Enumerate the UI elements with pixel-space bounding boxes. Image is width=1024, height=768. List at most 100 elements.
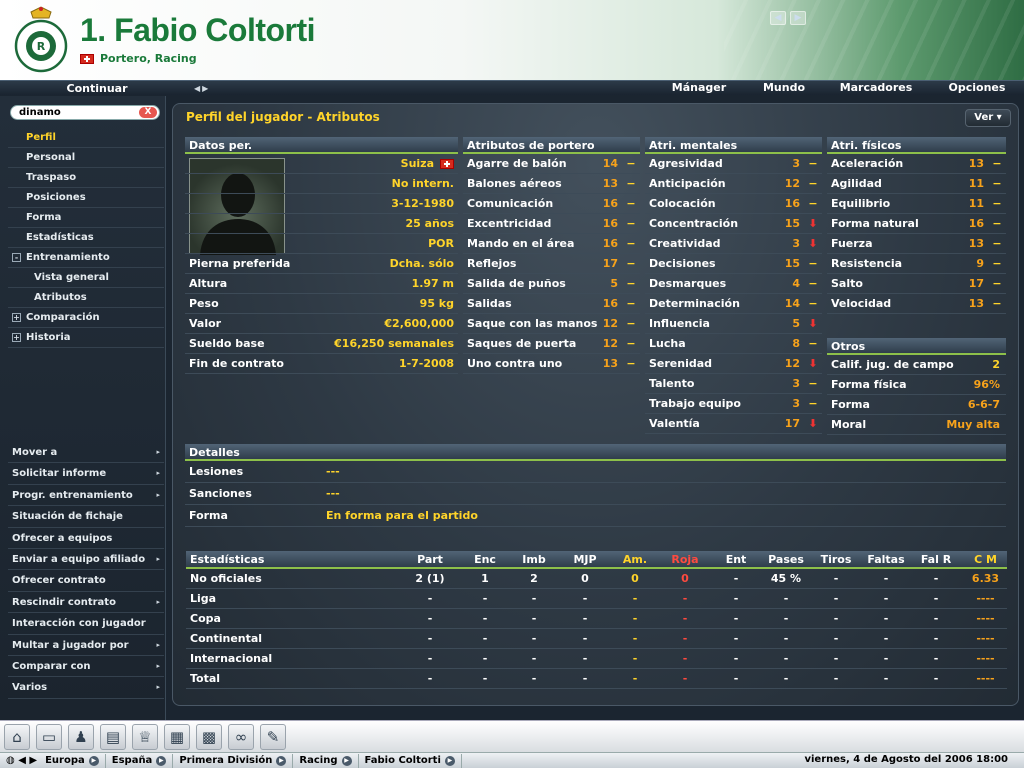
- nationality-value[interactable]: Suiza: [401, 154, 434, 174]
- expand-icon[interactable]: +: [12, 333, 21, 342]
- stats-column-header[interactable]: Imb: [506, 551, 562, 569]
- sidebar-item-perfil[interactable]: Perfil: [8, 128, 164, 148]
- attribute-row[interactable]: Concentración 15 ⬇: [645, 214, 822, 234]
- binoculars-icon[interactable]: ∞: [228, 723, 254, 750]
- attribute-row[interactable]: Comunicación 16−: [463, 194, 640, 214]
- attribute-row[interactable]: Equilibrio 11−: [827, 194, 1006, 214]
- continue-button[interactable]: Continuar: [0, 82, 194, 95]
- attribute-row[interactable]: Aceleración 13−: [827, 154, 1006, 174]
- breadcrumb-item[interactable]: Europa ▶: [39, 753, 106, 768]
- breadcrumb-item[interactable]: Racing ▶: [293, 753, 359, 768]
- notepad-icon[interactable]: ✎: [260, 723, 286, 750]
- menu-manager[interactable]: Mánager: [652, 81, 746, 96]
- attribute-row[interactable]: Balones aéreos 13−: [463, 174, 640, 194]
- home-icon[interactable]: ⌂: [4, 723, 30, 750]
- attribute-row[interactable]: Reflejos 17−: [463, 254, 640, 274]
- attribute-row[interactable]: Mando en el área 16−: [463, 234, 640, 254]
- sidebar-item-atributos[interactable]: Atributos: [8, 288, 164, 308]
- action-item[interactable]: Enviar a equipo afiliado ▸: [8, 549, 164, 571]
- attribute-row[interactable]: Colocación 16−: [645, 194, 822, 214]
- stats-column-header[interactable]: Fal R: [908, 551, 964, 569]
- clear-search-button[interactable]: X: [139, 107, 157, 118]
- attribute-row[interactable]: Agarre de balón 14−: [463, 154, 640, 174]
- attribute-row[interactable]: Determinación 14−: [645, 294, 822, 314]
- collapse-icon[interactable]: -: [12, 253, 21, 262]
- view-button[interactable]: Ver ▾: [965, 109, 1011, 127]
- action-item[interactable]: Comparar con ▸: [8, 656, 164, 678]
- attribute-row[interactable]: Excentricidad 16−: [463, 214, 640, 234]
- sidebar-item-historia[interactable]: + Historia: [8, 328, 164, 348]
- squad-icon[interactable]: ♟: [68, 723, 94, 750]
- sidebar-item-comparacion[interactable]: + Comparación: [8, 308, 164, 328]
- attribute-row[interactable]: Fuerza 13−: [827, 234, 1006, 254]
- go-arrow-icon[interactable]: ▶: [88, 755, 99, 766]
- menu-marcadores[interactable]: Marcadores: [822, 81, 930, 96]
- stats-column-header[interactable]: C M: [964, 551, 1007, 569]
- go-arrow-icon[interactable]: ▶: [444, 755, 455, 766]
- action-item[interactable]: Rescindir contrato ▸: [8, 592, 164, 614]
- attribute-row[interactable]: Valentía 17 ⬇: [645, 414, 822, 434]
- printer-icon[interactable]: ▤: [100, 723, 126, 750]
- action-item[interactable]: Varios ▸: [8, 677, 164, 699]
- trophy-icon[interactable]: ♕: [132, 723, 158, 750]
- attribute-row[interactable]: Influencia 5 ⬇: [645, 314, 822, 334]
- go-arrow-icon[interactable]: ▶: [341, 755, 352, 766]
- action-item[interactable]: Solicitar informe ▸: [8, 463, 164, 485]
- sidebar-item-vista-general[interactable]: Vista general: [8, 268, 164, 288]
- attribute-row[interactable]: Saque con las manos 12−: [463, 314, 640, 334]
- attribute-row[interactable]: Agilidad 11−: [827, 174, 1006, 194]
- stats-column-header[interactable]: Enc: [464, 551, 506, 569]
- attribute-row[interactable]: Salida de puños 5−: [463, 274, 640, 294]
- attribute-row[interactable]: Desmarques 4−: [645, 274, 822, 294]
- attribute-row[interactable]: Decisiones 15−: [645, 254, 822, 274]
- breadcrumb-item[interactable]: Fabio Coltorti ▶: [359, 753, 462, 768]
- menubar-nav-arrows[interactable]: ◀▶: [194, 84, 210, 93]
- attribute-row[interactable]: Resistencia 9−: [827, 254, 1006, 274]
- clipboard-icon[interactable]: ▦: [164, 723, 190, 750]
- pitch-icon[interactable]: ▩: [196, 723, 222, 750]
- stats-column-header[interactable]: Pases: [764, 551, 808, 569]
- stats-column-header[interactable]: Tiros: [808, 551, 864, 569]
- attribute-row[interactable]: Serenidad 12 ⬇: [645, 354, 822, 374]
- sidebar-item-posiciones[interactable]: Posiciones: [8, 188, 164, 208]
- menu-opciones[interactable]: Opciones: [930, 81, 1024, 96]
- breadcrumb-item[interactable]: España ▶: [106, 753, 174, 768]
- attribute-row[interactable]: Velocidad 13−: [827, 294, 1006, 314]
- sidebar-item-forma[interactable]: Forma: [8, 208, 164, 228]
- stats-column-header[interactable]: Estadísticas: [186, 551, 396, 569]
- search-field[interactable]: dinamo X: [10, 105, 160, 120]
- attribute-row[interactable]: Trabajo equipo 3−: [645, 394, 822, 414]
- sidebar-item-personal[interactable]: Personal: [8, 148, 164, 168]
- sidebar-item-traspaso[interactable]: Traspaso: [8, 168, 164, 188]
- action-item[interactable]: Situación de fichaje: [8, 506, 164, 528]
- go-arrow-icon[interactable]: ▶: [276, 755, 287, 766]
- attribute-row[interactable]: Agresividad 3−: [645, 154, 822, 174]
- action-item[interactable]: Progr. entrenamiento ▸: [8, 485, 164, 507]
- player-position-club[interactable]: Portero, Racing: [100, 52, 197, 65]
- globe-icon[interactable]: ◍ ◀ ▶: [0, 754, 39, 768]
- stats-column-header[interactable]: MJP: [562, 551, 608, 569]
- stats-column-header[interactable]: Roja: [662, 551, 708, 569]
- inbox-icon[interactable]: ▭: [36, 723, 62, 750]
- back-arrow-icon[interactable]: ◀: [770, 11, 786, 25]
- go-arrow-icon[interactable]: ▶: [156, 755, 167, 766]
- action-item[interactable]: Ofrecer contrato: [8, 570, 164, 592]
- expand-icon[interactable]: +: [12, 313, 21, 322]
- attribute-row[interactable]: Anticipación 12−: [645, 174, 822, 194]
- sidebar-item-estadisticas[interactable]: Estadísticas: [8, 228, 164, 248]
- action-item[interactable]: Interacción con jugador: [8, 613, 164, 635]
- attribute-row[interactable]: Lucha 8−: [645, 334, 822, 354]
- attribute-row[interactable]: Forma natural 16−: [827, 214, 1006, 234]
- breadcrumb-item[interactable]: Primera División ▶: [173, 753, 294, 768]
- stats-column-header[interactable]: Faltas: [864, 551, 908, 569]
- attribute-row[interactable]: Salidas 16−: [463, 294, 640, 314]
- stats-column-header[interactable]: Ent: [708, 551, 764, 569]
- action-item[interactable]: Ofrecer a equipos: [8, 528, 164, 549]
- attribute-row[interactable]: Creatividad 3 ⬇: [645, 234, 822, 254]
- search-input[interactable]: dinamo: [19, 106, 61, 120]
- stats-column-header[interactable]: Part: [396, 551, 464, 569]
- stats-column-header[interactable]: Am.: [608, 551, 662, 569]
- action-item[interactable]: Multar a jugador por ▸: [8, 635, 164, 656]
- menu-mundo[interactable]: Mundo: [746, 81, 822, 96]
- attribute-row[interactable]: Saques de puerta 12−: [463, 334, 640, 354]
